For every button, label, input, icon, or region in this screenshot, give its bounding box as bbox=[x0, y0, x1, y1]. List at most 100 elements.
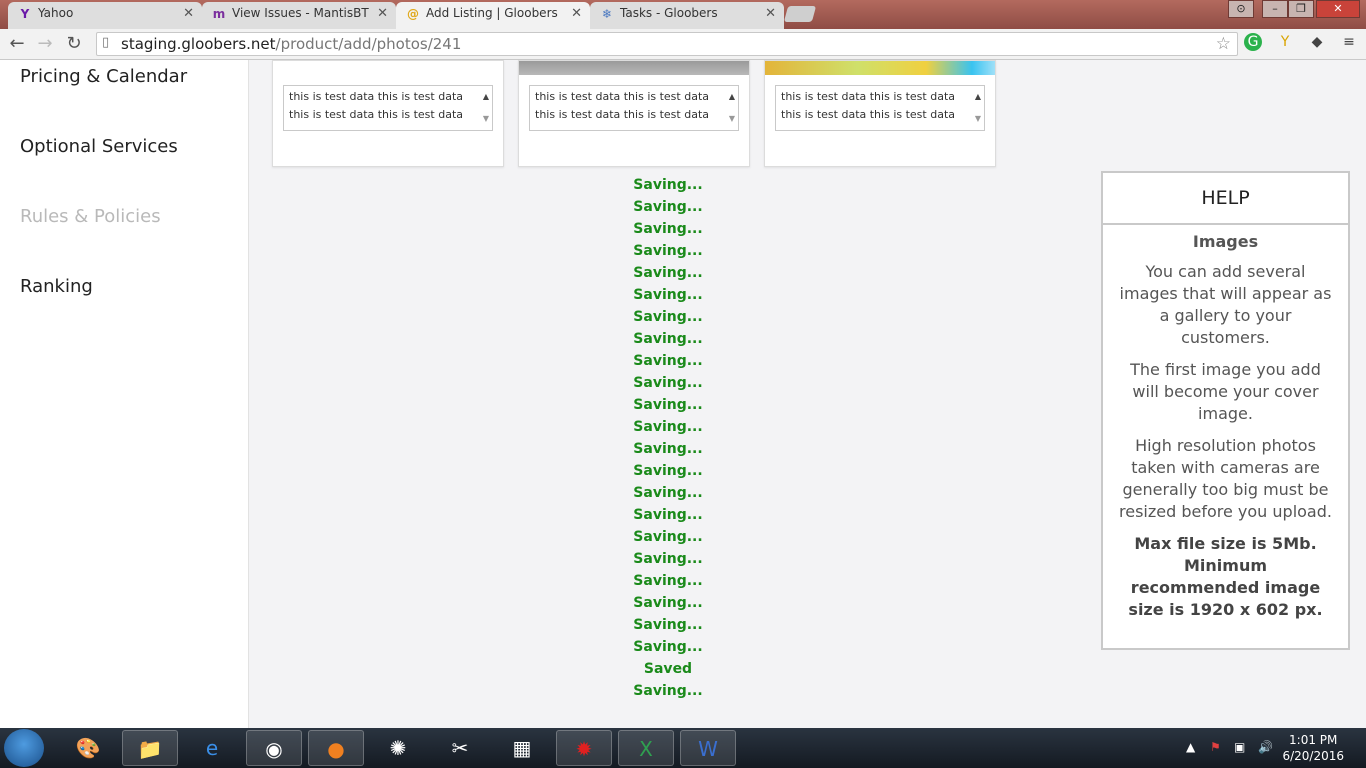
tab-title: View Issues - MantisBT bbox=[232, 6, 369, 20]
status-line: Saving... bbox=[633, 595, 703, 611]
tab-yahoo[interactable]: Y Yahoo ✕ bbox=[8, 2, 202, 29]
photo-card: this is test data this is test data this… bbox=[764, 60, 996, 167]
close-icon[interactable]: ✕ bbox=[765, 2, 776, 25]
firefox-icon[interactable]: ● bbox=[308, 730, 364, 766]
address-bar[interactable]: ▯ staging.gloobers.net/product/add/photo… bbox=[96, 32, 1238, 56]
word-icon[interactable]: W bbox=[680, 730, 736, 766]
photo-caption-textarea[interactable]: this is test data this is test data this… bbox=[283, 85, 493, 131]
status-line: Saved bbox=[643, 661, 693, 677]
help-panel: HELP Images You can add several images t… bbox=[1101, 171, 1350, 650]
pocket-icon[interactable]: ◆ bbox=[1308, 33, 1326, 51]
window-close-button[interactable]: ✕ bbox=[1316, 0, 1360, 18]
tasks-icon: ❄ bbox=[601, 7, 613, 21]
help-body: Images You can add several images that w… bbox=[1103, 225, 1348, 621]
status-line: Saving... bbox=[633, 639, 703, 655]
scroll-up-icon[interactable]: ▲ bbox=[975, 88, 981, 106]
forward-arrow-icon[interactable]: → bbox=[34, 33, 56, 55]
reload-icon[interactable]: ↻ bbox=[63, 33, 85, 55]
status-line: Saving... bbox=[633, 375, 703, 391]
sidebar-item-optional-services[interactable]: Optional Services bbox=[20, 136, 178, 157]
status-line: Saving... bbox=[633, 573, 703, 589]
mantis-icon: m bbox=[212, 7, 226, 21]
sidebar-item-ranking[interactable]: Ranking bbox=[20, 276, 93, 297]
scroll-down-icon[interactable]: ▼ bbox=[975, 110, 981, 128]
page-icon: ▯ bbox=[102, 35, 110, 50]
close-icon[interactable]: ✕ bbox=[571, 2, 582, 25]
photo-caption-textarea[interactable]: this is test data this is test data this… bbox=[775, 85, 985, 131]
safari-icon[interactable]: ✺ bbox=[370, 730, 426, 766]
yoast-icon[interactable]: Y bbox=[1276, 33, 1294, 51]
help-paragraph: You can add several images that will app… bbox=[1119, 262, 1332, 347]
status-line: Saving... bbox=[633, 419, 703, 435]
back-arrow-icon[interactable]: ← bbox=[6, 33, 28, 55]
url-host: staging.gloobers.net bbox=[121, 35, 276, 53]
close-icon[interactable]: ✕ bbox=[377, 2, 388, 25]
grammarly-icon[interactable]: G bbox=[1244, 33, 1262, 51]
save-status-log: Saving... Saving... Saving... Saving... Savi… bbox=[600, 174, 736, 702]
photo-thumbnail[interactable] bbox=[765, 61, 995, 75]
status-line: Saving... bbox=[633, 199, 703, 215]
clock-date: 6/20/2016 bbox=[1282, 749, 1344, 763]
browser-tab-strip: Y Yahoo ✕ m View Issues - MantisBT ✕ @ A… bbox=[0, 0, 1366, 29]
gloobers-icon: @ bbox=[407, 7, 419, 21]
sidebar-item-rules-policies[interactable]: Rules & Policies bbox=[20, 206, 161, 227]
network-icon[interactable]: ▣ bbox=[1234, 740, 1245, 754]
status-line: Saving... bbox=[633, 353, 703, 369]
status-line: Saving... bbox=[633, 265, 703, 281]
help-paragraph: The first image you add will become your… bbox=[1130, 360, 1321, 423]
internet-explorer-icon[interactable]: e bbox=[184, 730, 240, 766]
system-clock[interactable]: 1:01 PM 6/20/2016 bbox=[1282, 732, 1344, 764]
minimize-button[interactable]: – bbox=[1262, 0, 1288, 18]
photo-caption-textarea[interactable]: this is test data this is test data this… bbox=[529, 85, 739, 131]
paint-splash-icon[interactable]: ✹ bbox=[556, 730, 612, 766]
url-text[interactable]: staging.gloobers.net/product/add/photos/… bbox=[121, 33, 461, 55]
help-title: HELP bbox=[1103, 173, 1348, 225]
menu-icon[interactable]: ≡ bbox=[1340, 33, 1358, 51]
tab-mantis[interactable]: m View Issues - MantisBT ✕ bbox=[202, 2, 396, 29]
scroll-down-icon[interactable]: ▼ bbox=[729, 110, 735, 128]
tab-add-listing[interactable]: @ Add Listing | Gloobers ✕ bbox=[396, 2, 590, 29]
action-center-icon[interactable]: ⚑ bbox=[1210, 740, 1221, 754]
listing-sidebar: Pricing & Calendar Optional Services Rul… bbox=[0, 60, 249, 728]
status-line: Saving... bbox=[633, 529, 703, 545]
status-line: Saving... bbox=[633, 463, 703, 479]
photo-thumbnail[interactable] bbox=[273, 61, 503, 65]
tray-expand-icon[interactable]: ▲ bbox=[1186, 740, 1195, 754]
paint-icon[interactable]: 🎨 bbox=[60, 730, 116, 766]
caption-text: this is test data this is test data this… bbox=[781, 90, 955, 121]
snipping-tool-icon[interactable]: ✂ bbox=[432, 730, 488, 766]
url-path: /product/add/photos/241 bbox=[275, 35, 462, 53]
photo-card: this is test data this is test data this… bbox=[272, 60, 504, 167]
scroll-up-icon[interactable]: ▲ bbox=[729, 88, 735, 106]
bookmark-star-icon[interactable]: ☆ bbox=[1216, 33, 1231, 55]
status-line: Saving... bbox=[633, 485, 703, 501]
tab-title: Add Listing | Gloobers bbox=[426, 6, 558, 20]
user-icon[interactable]: ⊙ bbox=[1228, 0, 1254, 18]
excel-icon[interactable]: X bbox=[618, 730, 674, 766]
tab-title: Tasks - Gloobers bbox=[620, 6, 718, 20]
status-line: Saving... bbox=[633, 507, 703, 523]
restore-button[interactable]: ❐ bbox=[1288, 0, 1314, 18]
scroll-down-icon[interactable]: ▼ bbox=[483, 110, 489, 128]
close-icon[interactable]: ✕ bbox=[183, 2, 194, 25]
status-line: Saving... bbox=[633, 617, 703, 633]
status-line: Saving... bbox=[633, 309, 703, 325]
browser-toolbar: ← → ↻ ▯ staging.gloobers.net/product/add… bbox=[0, 29, 1366, 60]
tab-title: Yahoo bbox=[38, 6, 74, 20]
status-line: Saving... bbox=[633, 177, 703, 193]
yahoo-icon: Y bbox=[20, 7, 30, 21]
chrome-icon[interactable]: ◉ bbox=[246, 730, 302, 766]
scroll-up-icon[interactable]: ▲ bbox=[483, 88, 489, 106]
tab-tasks[interactable]: ❄ Tasks - Gloobers ✕ bbox=[590, 2, 784, 29]
sidebar-item-pricing-calendar[interactable]: Pricing & Calendar bbox=[20, 66, 187, 87]
new-tab-button[interactable] bbox=[783, 6, 817, 22]
start-button[interactable] bbox=[4, 729, 44, 767]
photo-thumbnail[interactable] bbox=[519, 61, 749, 75]
calculator-icon[interactable]: ▦ bbox=[494, 730, 550, 766]
status-line: Saving... bbox=[633, 397, 703, 413]
file-explorer-icon[interactable]: 📁 bbox=[122, 730, 178, 766]
caption-text: this is test data this is test data this… bbox=[535, 90, 709, 121]
photo-card: this is test data this is test data this… bbox=[518, 60, 750, 167]
status-line: Saving... bbox=[633, 221, 703, 237]
volume-icon[interactable]: 🔊 bbox=[1258, 740, 1273, 754]
